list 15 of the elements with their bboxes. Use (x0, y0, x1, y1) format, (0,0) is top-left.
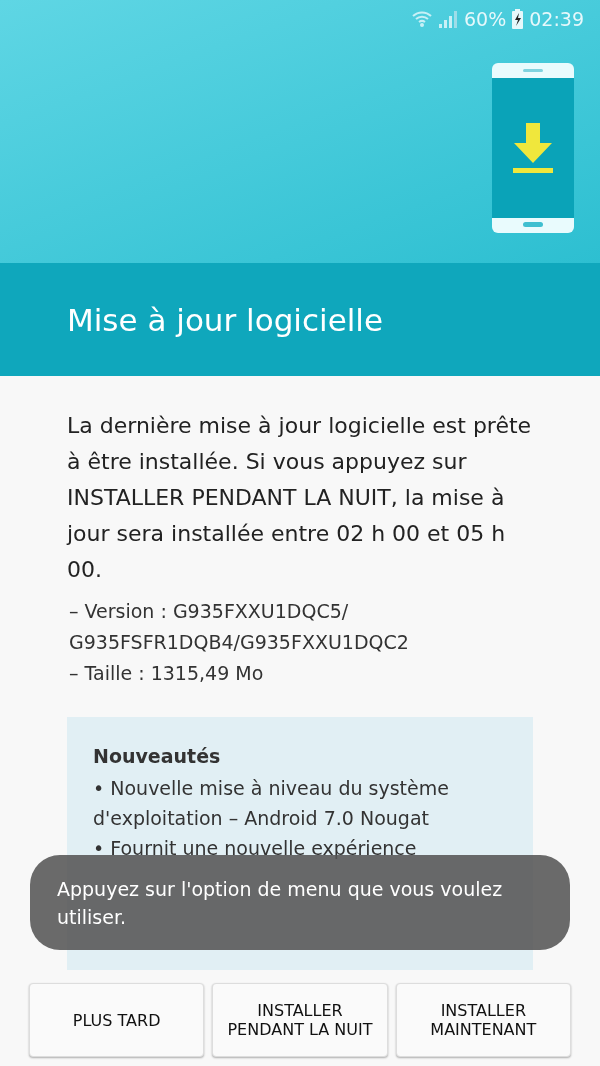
update-message: La dernière mise à jour logicielle est prête à être installée. Si vous appuyez sur INSTALLER PENDANT LA NUIT, la mise à jour sera installée entre 02 h 00 et 05 h 00. (67, 412, 533, 584)
clock: 02:39 (529, 8, 584, 30)
battery-charging-icon (512, 9, 524, 29)
action-button[interactable]: PLUS TARD (29, 983, 205, 1057)
toast-message: Appuyez sur l'option de menu que vous voulez utiliser. (30, 855, 570, 950)
action-button[interactable]: INSTALLER PENDANT LA NUIT (212, 983, 388, 1057)
battery-percent: 60% (464, 8, 507, 30)
update-detail: – Version : G935FXXU1DQC5/ G935FSFR1DQB4/G935FXXU1DQC2 (68, 599, 410, 655)
page-title: Mise à jour logicielle (67, 301, 383, 338)
action-button[interactable]: INSTALLER MAINTENANT (395, 983, 571, 1057)
whats-new-title: Nouveautés (93, 745, 222, 767)
signal-icon (438, 10, 458, 28)
whats-new-item: • Nouvelle mise à niveau du système d'exploitation – Android 7.0 Nougat (93, 776, 450, 831)
update-detail: – Taille : 1315,49 Mo (68, 661, 265, 686)
wifi-icon (412, 10, 432, 28)
